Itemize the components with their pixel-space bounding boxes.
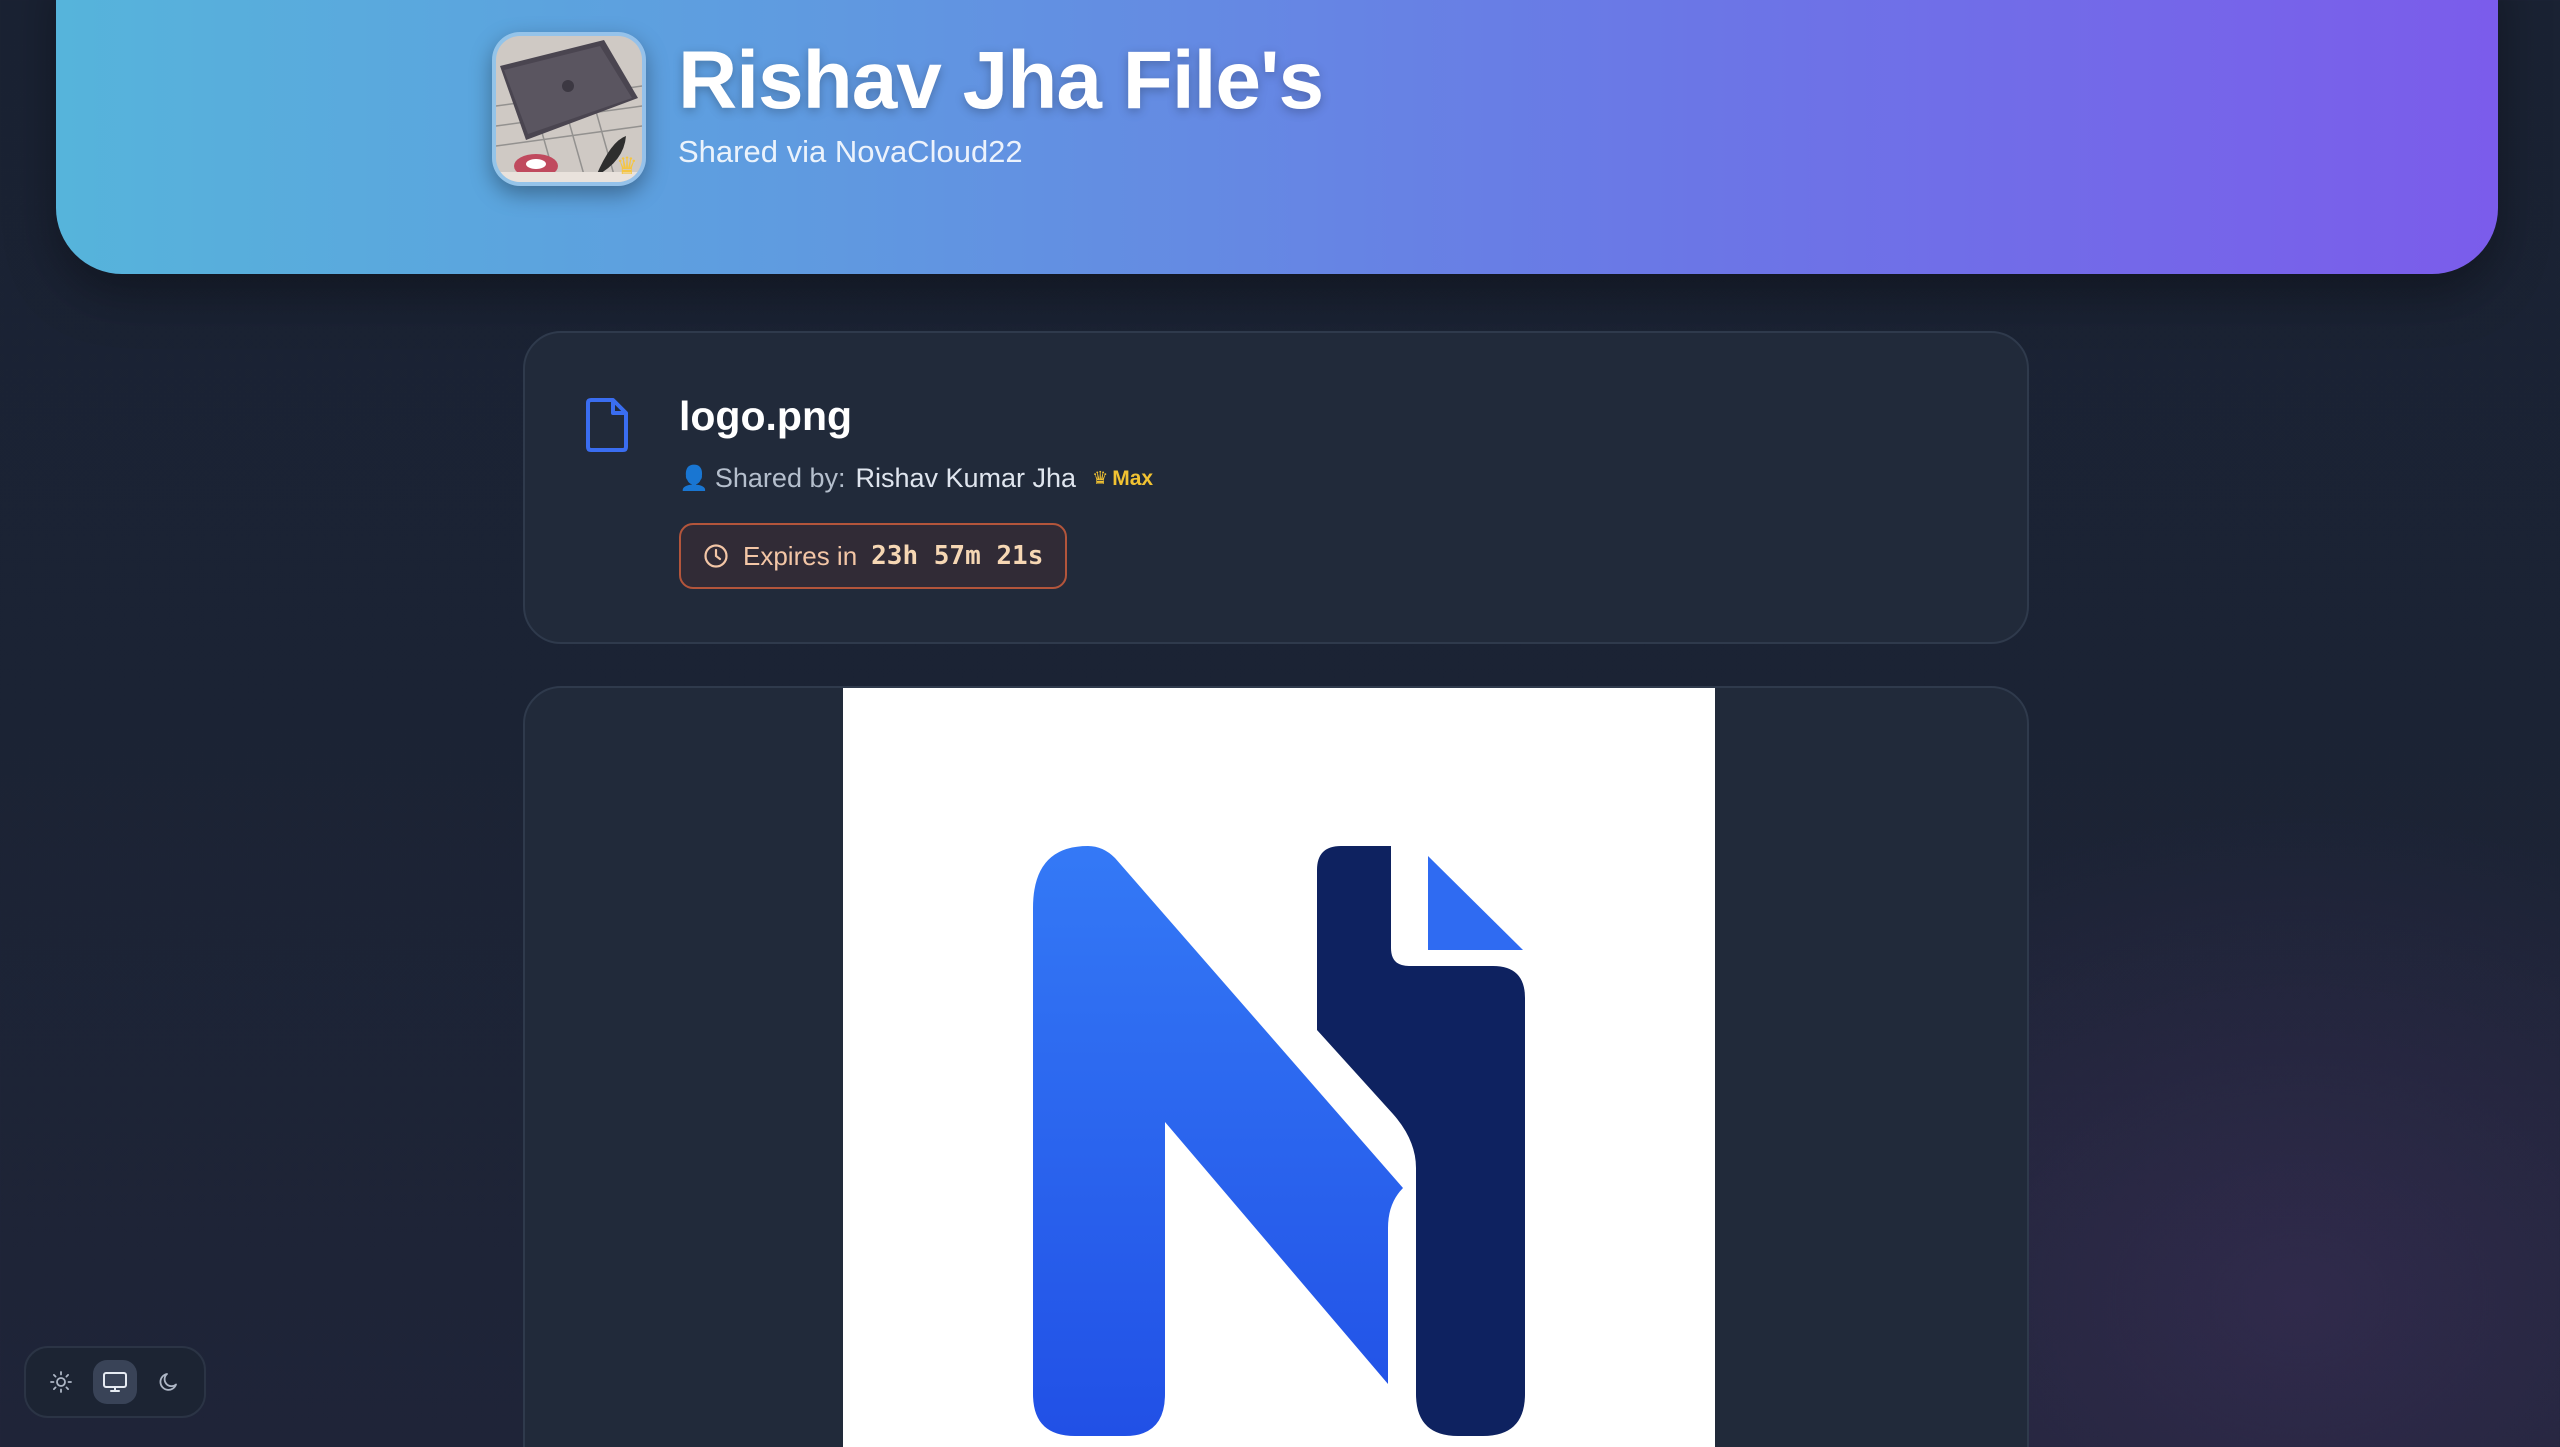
theme-system-button[interactable] (93, 1360, 137, 1404)
clock-icon (704, 544, 728, 568)
crown-icon: ♛ (616, 153, 638, 180)
file-icon (586, 398, 628, 452)
theme-light-button[interactable] (39, 1360, 83, 1404)
page-title: Rishav Jha File's (678, 35, 1324, 126)
shared-by-row: 👤 Shared by: Rishav Kumar Jha ♛ Max (679, 463, 1153, 494)
image-preview[interactable] (843, 688, 1715, 1447)
sun-icon (50, 1371, 72, 1393)
page-subtitle: Shared via NovaCloud22 (678, 134, 1023, 169)
file-info-card: logo.png 👤 Shared by: Rishav Kumar Jha ♛… (523, 331, 2029, 644)
avatar: ♛ (492, 32, 646, 186)
expires-countdown: 23h 57m 21s (871, 541, 1044, 571)
theme-dark-button[interactable] (147, 1360, 191, 1404)
person-icon: 👤 (679, 465, 709, 492)
plan-label: Max (1112, 466, 1154, 490)
file-preview-card (523, 686, 2029, 1447)
novacloud-n-logo (1033, 846, 1525, 1436)
plan-badge: ♛ Max (1092, 467, 1153, 491)
theme-switcher (24, 1346, 206, 1418)
owner-name: Rishav Kumar Jha (855, 463, 1077, 493)
moon-icon (159, 1373, 177, 1391)
monitor-icon (103, 1372, 127, 1392)
shared-by-label: Shared by: (714, 463, 846, 493)
crown-icon: ♛ (1092, 468, 1109, 488)
file-name: logo.png (679, 393, 853, 439)
expires-label: Expires in (743, 540, 858, 571)
expiry-badge: Expires in 23h 57m 21s (679, 523, 1067, 589)
